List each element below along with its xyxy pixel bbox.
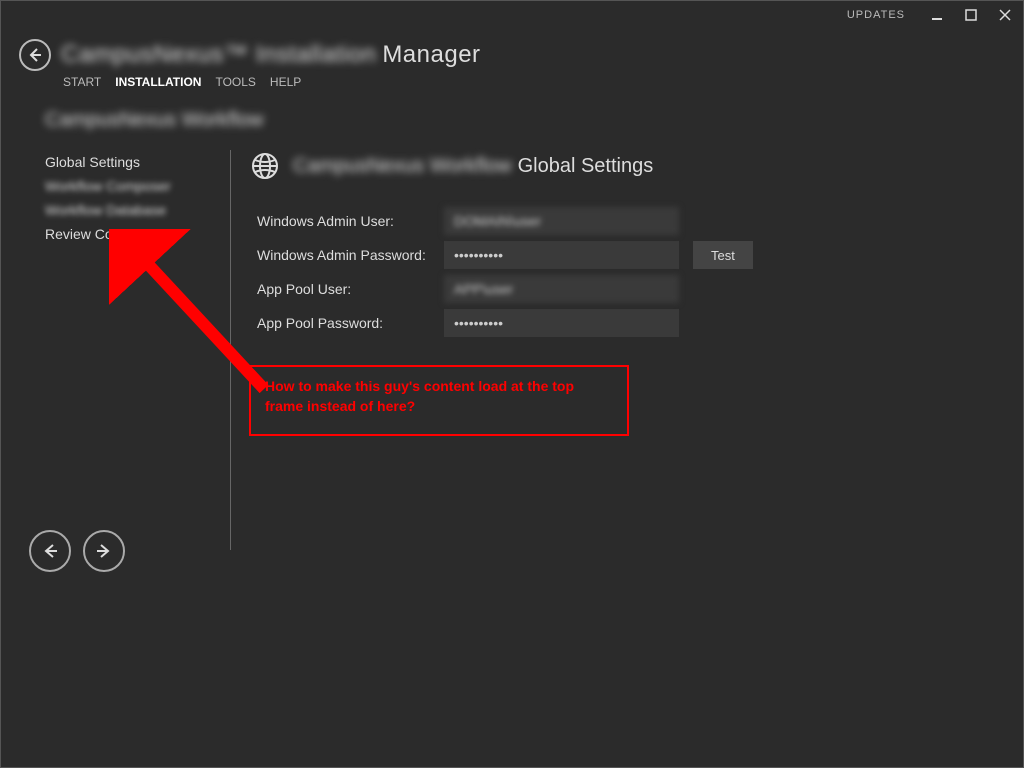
arrow-left-icon <box>27 47 43 63</box>
body-area: Global Settings Workflow Composer Workfl… <box>1 150 1023 767</box>
form-row-admin-password: Windows Admin Password: Test <box>249 241 1003 269</box>
menu-help[interactable]: HELP <box>270 75 301 89</box>
main-menu: START INSTALLATION TOOLS HELP <box>1 71 1023 99</box>
maximize-button[interactable] <box>959 5 983 25</box>
next-button[interactable] <box>83 530 125 572</box>
form-row-admin-user: Windows Admin User: <box>249 207 1003 235</box>
sidebar-item-review-configuration[interactable]: Review Configuration <box>45 222 230 246</box>
close-button[interactable] <box>993 5 1017 25</box>
prev-button[interactable] <box>29 530 71 572</box>
sidebar-item-2[interactable]: Workflow Database <box>45 198 230 222</box>
main-panel: CampusNexus Workflow Global Settings Win… <box>243 150 1003 767</box>
input-apppool-password[interactable] <box>444 309 679 337</box>
panel-title: CampusNexus Workflow Global Settings <box>293 155 653 178</box>
sidebar: Global Settings Workflow Composer Workfl… <box>45 150 230 767</box>
panel-header: CampusNexus Workflow Global Settings <box>249 150 1003 182</box>
page-subheader: CampusNexus Workflow <box>1 99 1023 150</box>
header-row: CampusNexus™ Installation Manager <box>1 29 1023 71</box>
vertical-separator <box>230 150 231 550</box>
sidebar-item-1[interactable]: Workflow Composer <box>45 174 230 198</box>
test-button[interactable]: Test <box>693 241 753 269</box>
label-admin-user: Windows Admin User: <box>249 213 444 229</box>
input-admin-password[interactable] <box>444 241 679 269</box>
back-button[interactable] <box>19 39 51 71</box>
form-row-apppool-user: App Pool User: <box>249 275 1003 303</box>
sidebar-item-global-settings[interactable]: Global Settings <box>45 150 230 174</box>
menu-installation[interactable]: INSTALLATION <box>115 75 201 89</box>
arrow-left-icon <box>41 542 59 560</box>
annotation-box: How to make this guy's content load at t… <box>249 365 629 436</box>
app-title: CampusNexus™ Installation Manager <box>61 41 481 69</box>
app-window: UPDATES CampusNexus™ Installation Manage… <box>0 0 1024 768</box>
titlebar: UPDATES <box>1 1 1023 29</box>
menu-start[interactable]: START <box>63 75 101 89</box>
label-admin-password: Windows Admin Password: <box>249 247 444 263</box>
nav-circles <box>29 530 125 572</box>
label-apppool-password: App Pool Password: <box>249 315 444 331</box>
updates-link[interactable]: UPDATES <box>847 9 905 21</box>
label-apppool-user: App Pool User: <box>249 281 444 297</box>
form-row-apppool-password: App Pool Password: <box>249 309 1003 337</box>
globe-icon <box>249 150 281 182</box>
input-admin-user[interactable] <box>444 207 679 235</box>
menu-tools[interactable]: TOOLS <box>215 75 255 89</box>
arrow-right-icon <box>95 542 113 560</box>
minimize-button[interactable] <box>925 5 949 25</box>
input-apppool-user[interactable] <box>444 275 679 303</box>
